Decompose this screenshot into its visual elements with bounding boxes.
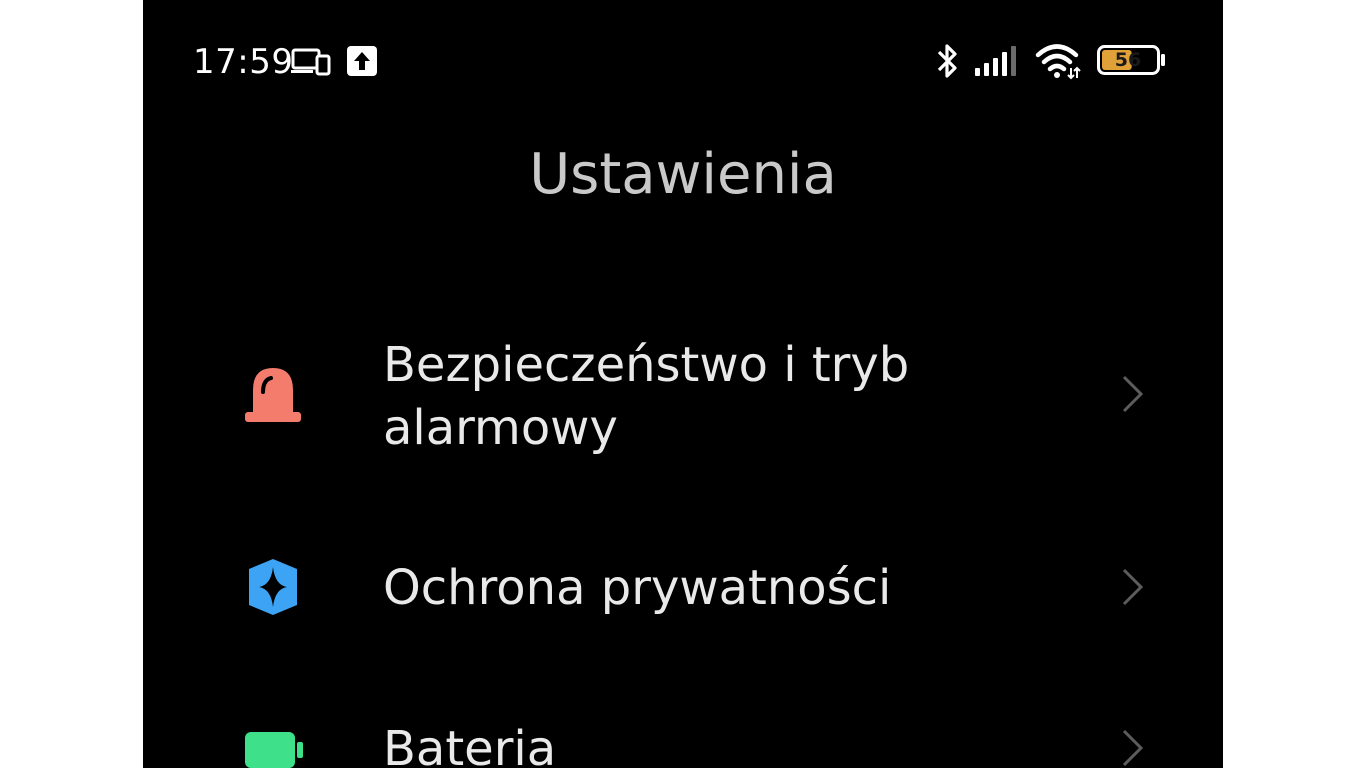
wifi-icon: [1035, 44, 1081, 80]
settings-item-battery[interactable]: Bateria: [143, 712, 1223, 768]
page-title: Ustawienia: [529, 142, 837, 207]
chevron-right-icon: [1122, 729, 1144, 767]
settings-item-label: Ochrona prywatności: [383, 560, 892, 616]
signal-icon: [975, 46, 1016, 76]
status-time: 17:59: [193, 42, 294, 82]
chevron-right-icon: [1122, 375, 1144, 413]
upload-icon: [347, 46, 377, 76]
settings-screen: 17:59 56 Ustawienia Bezpieczeństwo i try…: [143, 0, 1223, 768]
settings-item-privacy[interactable]: Ochrona prywatności: [143, 545, 1223, 635]
settings-item-label: Bateria: [383, 721, 557, 768]
battery-level-text: 56: [1114, 49, 1142, 71]
battery-icon: [245, 732, 303, 768]
chevron-right-icon: [1122, 568, 1144, 606]
settings-item-label: Bezpieczeństwo i tryb alarmowy: [383, 337, 910, 456]
battery-indicator: 56: [1097, 45, 1167, 75]
cast-icon: [291, 48, 331, 76]
emergency-siren-icon: [245, 368, 301, 422]
settings-item-safety-emergency[interactable]: Bezpieczeństwo i tryb alarmowy: [143, 330, 1223, 470]
status-bar: 17:59 56: [143, 0, 1223, 120]
privacy-shield-icon: [249, 559, 297, 615]
bluetooth-icon: [937, 44, 957, 78]
